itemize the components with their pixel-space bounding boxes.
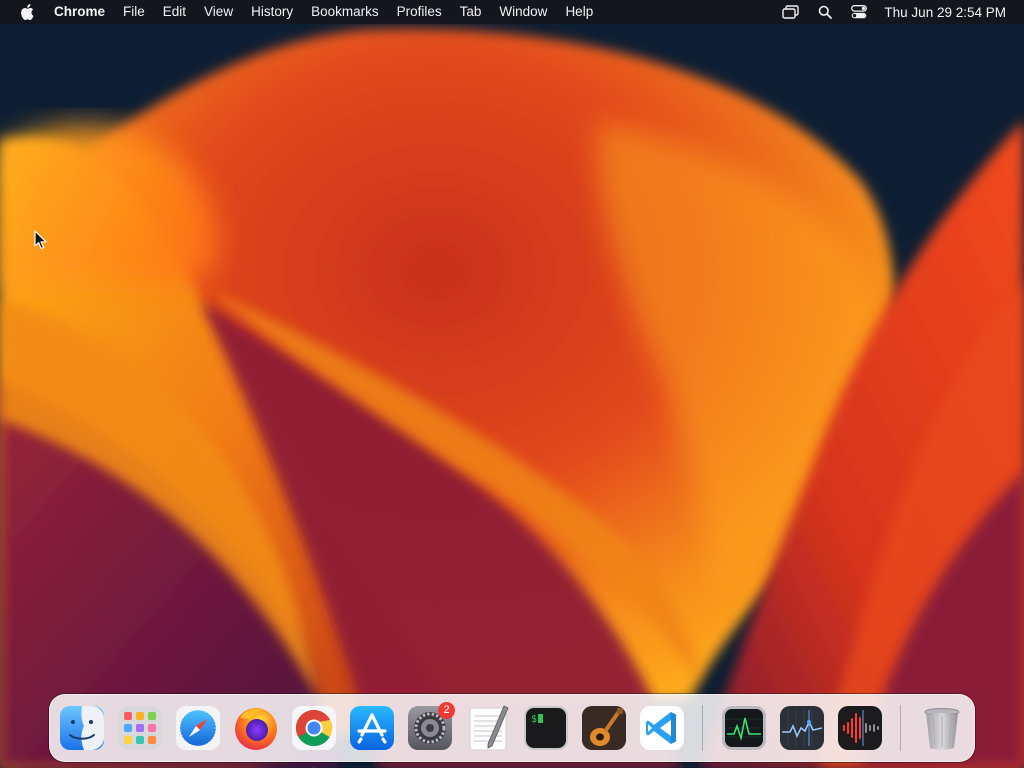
- dock-safari[interactable]: [174, 704, 222, 752]
- dock-textedit[interactable]: [464, 704, 512, 752]
- garageband-icon: [582, 706, 626, 750]
- desktop-wallpaper: [0, 0, 1024, 768]
- menu-tab[interactable]: Tab: [451, 0, 491, 24]
- dock-activity-monitor[interactable]: [720, 704, 768, 752]
- dock-system-settings[interactable]: 2: [406, 702, 455, 752]
- menu-app-name[interactable]: Chrome: [45, 0, 114, 24]
- spotlight-search-icon[interactable]: [814, 0, 836, 24]
- menu-bar-right: Thu Jun 29 2:54 PM: [768, 0, 1024, 24]
- menu-bar: Chrome File Edit View History Bookmarks …: [0, 0, 1024, 24]
- dock-terminal[interactable]: $: [522, 704, 570, 752]
- menu-bookmarks[interactable]: Bookmarks: [302, 0, 388, 24]
- menu-history[interactable]: History: [242, 0, 302, 24]
- menu-file[interactable]: File: [114, 0, 154, 24]
- menu-profiles[interactable]: Profiles: [388, 0, 451, 24]
- dock-voice-memos[interactable]: [836, 704, 884, 752]
- dock-trash[interactable]: [918, 704, 966, 752]
- dock-separator-trash: [900, 705, 901, 751]
- textedit-icon: [469, 705, 509, 751]
- trash-icon: [924, 708, 960, 750]
- launchpad-icon: [118, 706, 162, 750]
- finder-icon: [60, 706, 104, 750]
- dock-separator: [702, 705, 703, 751]
- dock: 2 $: [49, 694, 975, 768]
- terminal-icon: $: [524, 706, 568, 750]
- screen-mirroring-icon[interactable]: [780, 0, 802, 24]
- voice-memos-icon: [838, 706, 882, 750]
- dock-firefox[interactable]: [232, 704, 280, 752]
- mouse-cursor-icon: [34, 230, 47, 250]
- apple-logo-icon[interactable]: [18, 0, 36, 24]
- svg-text:$: $: [531, 714, 537, 725]
- dock-stocks-window[interactable]: [778, 704, 826, 752]
- safari-icon: [176, 706, 220, 750]
- menu-edit[interactable]: Edit: [154, 0, 195, 24]
- vscode-icon: [640, 706, 684, 750]
- dock-garageband[interactable]: [580, 704, 628, 752]
- control-center-icon[interactable]: [848, 0, 870, 24]
- system-settings-badge: 2: [438, 702, 455, 719]
- dock-chrome[interactable]: [290, 704, 338, 768]
- dock-launchpad[interactable]: [116, 704, 164, 752]
- dock-finder[interactable]: [58, 704, 106, 768]
- menu-window[interactable]: Window: [490, 0, 556, 24]
- activity-monitor-icon: [722, 706, 766, 750]
- stocks-window-icon: [780, 706, 824, 750]
- chrome-icon: [292, 706, 336, 750]
- app-store-icon: [350, 706, 394, 750]
- menu-help[interactable]: Help: [556, 0, 602, 24]
- menu-clock[interactable]: Thu Jun 29 2:54 PM: [884, 5, 1006, 20]
- dock-app-store[interactable]: [348, 704, 396, 752]
- dock-vscode[interactable]: [638, 704, 686, 752]
- menu-view[interactable]: View: [195, 0, 242, 24]
- firefox-icon: [235, 708, 277, 750]
- menu-bar-left: Chrome File Edit View History Bookmarks …: [0, 0, 602, 24]
- desktop: Chrome File Edit View History Bookmarks …: [0, 0, 1024, 768]
